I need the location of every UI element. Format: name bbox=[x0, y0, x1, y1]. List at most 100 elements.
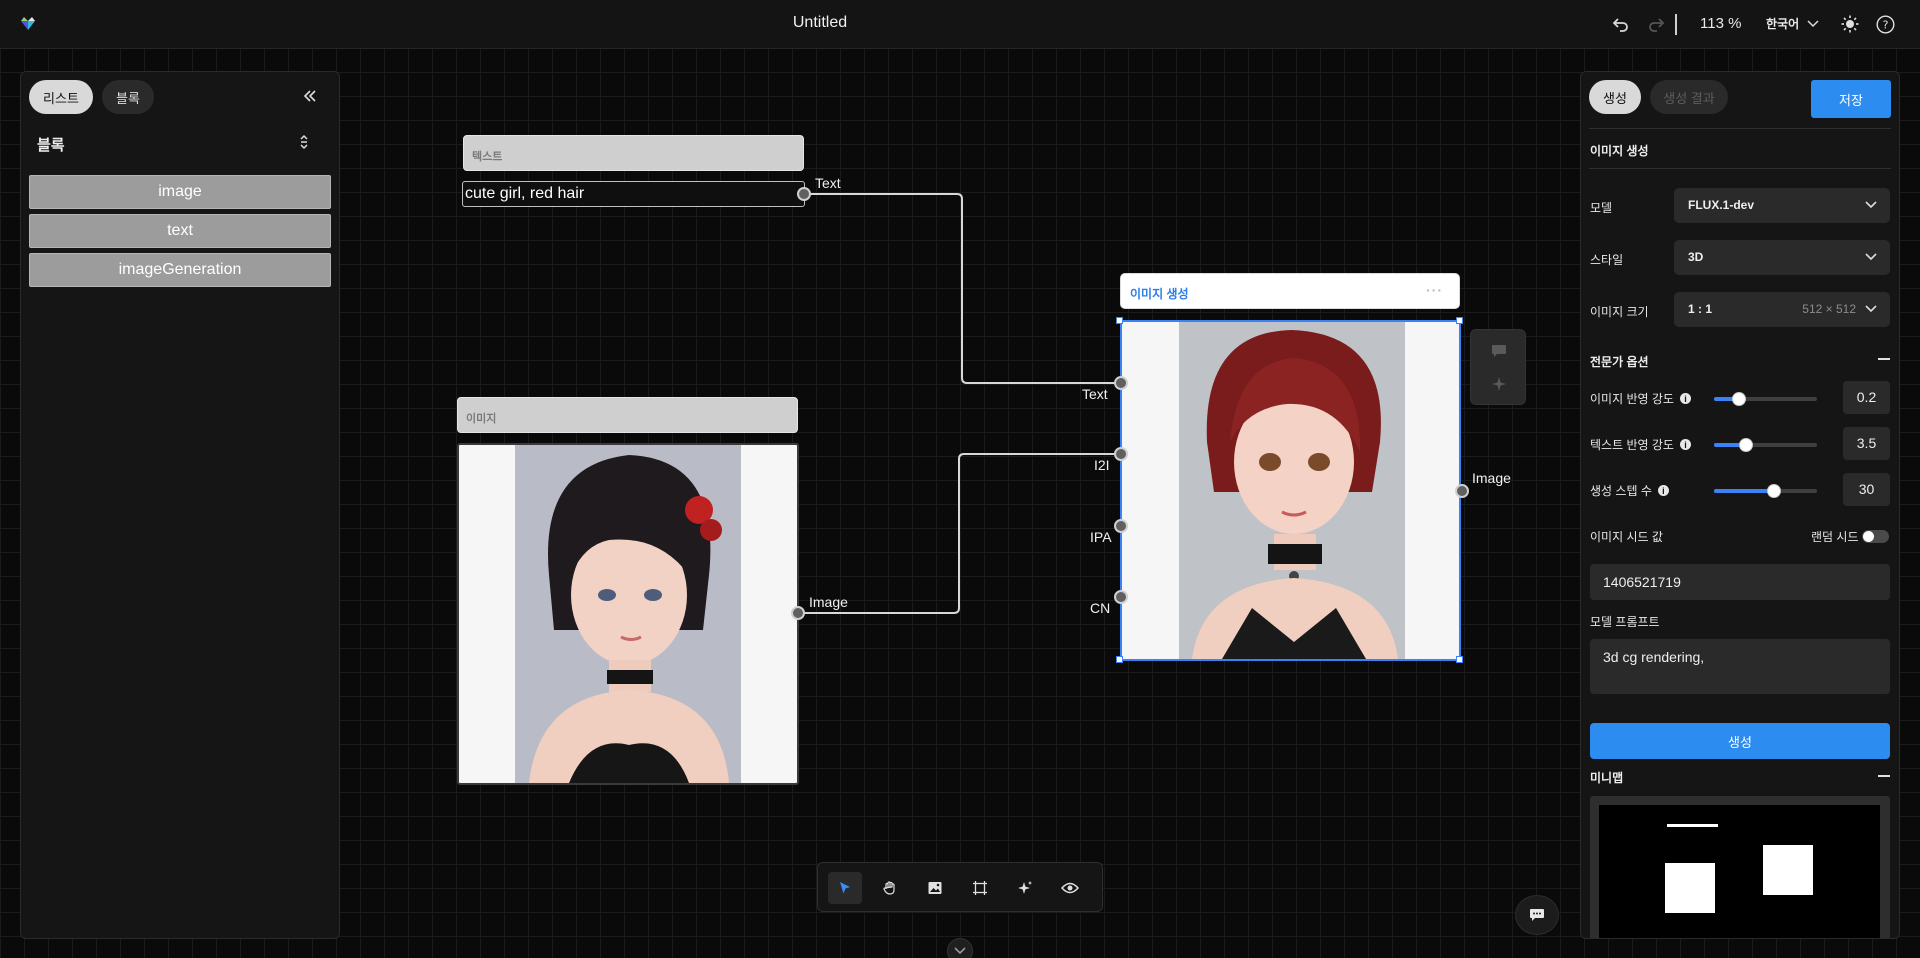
steps-slider[interactable] bbox=[1714, 484, 1817, 498]
slider-thumb[interactable] bbox=[1738, 438, 1753, 452]
selection-handle[interactable] bbox=[1116, 656, 1123, 663]
chevron-down-icon bbox=[954, 947, 966, 955]
size-dims: 512 × 512 bbox=[1802, 302, 1856, 316]
right-panel: 생성 생성 결과 저장 이미지 생성 모델 FLUX.1-dev 스타일 3D … bbox=[1580, 71, 1900, 939]
chevron-down-icon bbox=[1865, 253, 1877, 261]
size-ratio: 1 : 1 bbox=[1688, 302, 1713, 316]
chat-icon bbox=[1530, 909, 1544, 921]
random-seed-label: 랜덤 시드 bbox=[1811, 530, 1859, 544]
gen-input-port-cn[interactable] bbox=[1114, 590, 1128, 604]
chat-button[interactable] bbox=[1515, 895, 1559, 935]
gen-output-label: Image bbox=[1472, 470, 1511, 486]
random-seed-toggle[interactable] bbox=[1862, 530, 1889, 543]
divider bbox=[1589, 168, 1891, 169]
prompt-textarea[interactable]: 3d cg rendering, bbox=[1590, 639, 1890, 694]
slider-label-text-strength: 텍스트 반영 강도 i bbox=[1590, 436, 1691, 453]
style-select[interactable]: 3D bbox=[1674, 240, 1890, 275]
style-label: 스타일 bbox=[1590, 253, 1624, 267]
gen-input-port-text[interactable] bbox=[1114, 376, 1128, 390]
cursor-icon bbox=[840, 882, 850, 894]
bottom-toolbar bbox=[817, 862, 1103, 912]
gen-node-title: 이미지 생성 bbox=[1130, 287, 1189, 301]
text-node-output-port[interactable] bbox=[797, 187, 811, 201]
preview-tool-button[interactable] bbox=[1053, 872, 1087, 904]
text-strength-value[interactable]: 3.5 bbox=[1843, 427, 1890, 460]
gen-input-port-ipa[interactable] bbox=[1114, 519, 1128, 533]
select-tool-button[interactable] bbox=[828, 872, 862, 904]
hand-tool-button[interactable] bbox=[873, 872, 907, 904]
save-button[interactable]: 저장 bbox=[1811, 80, 1891, 118]
scroll-down-button[interactable] bbox=[947, 938, 973, 958]
frame-icon bbox=[973, 881, 987, 895]
collapse-minus-icon[interactable] bbox=[1878, 358, 1890, 360]
minimap-text-node bbox=[1667, 824, 1718, 827]
seed-input[interactable]: 1406521719 bbox=[1590, 564, 1890, 600]
gen-input-label-cn: CN bbox=[1090, 600, 1111, 616]
slider-label-steps: 생성 스텝 수 i bbox=[1590, 482, 1669, 499]
text-node-header[interactable]: 텍스트 bbox=[463, 135, 804, 171]
expert-options-title: 전문가 옵션 bbox=[1590, 355, 1649, 369]
chevron-down-icon bbox=[1865, 201, 1877, 209]
collapse-minus-icon[interactable] bbox=[1878, 775, 1890, 777]
size-select[interactable]: 1 : 1 512 × 512 bbox=[1674, 292, 1890, 327]
slider-fill bbox=[1714, 489, 1774, 493]
sparkle-icon bbox=[1018, 881, 1032, 894]
more-options-icon[interactable]: ··· bbox=[1426, 282, 1443, 298]
tab-results[interactable]: 생성 결과 bbox=[1650, 80, 1728, 114]
generate-button[interactable]: 생성 bbox=[1590, 723, 1890, 759]
prompt-label: 모델 프롬프트 bbox=[1590, 615, 1660, 629]
edge-text-to-gen bbox=[804, 193, 1121, 384]
gen-input-port-i2i[interactable] bbox=[1114, 447, 1128, 461]
steps-value[interactable]: 30 bbox=[1843, 473, 1890, 506]
size-label: 이미지 크기 bbox=[1590, 305, 1649, 319]
selection-handle[interactable] bbox=[1456, 317, 1463, 324]
seed-label: 이미지 시드 값 bbox=[1590, 530, 1663, 544]
tab-generate[interactable]: 생성 bbox=[1589, 80, 1641, 114]
image-node-frame[interactable] bbox=[457, 443, 799, 785]
slider-label-text: 이미지 반영 강도 bbox=[1590, 392, 1674, 406]
frame-tool-button[interactable] bbox=[963, 872, 997, 904]
slider-thumb[interactable] bbox=[1766, 484, 1781, 498]
text-node-input[interactable]: cute girl, red hair bbox=[462, 181, 805, 207]
portrait-image-dark-hair bbox=[515, 445, 741, 783]
gen-input-label-ipa: IPA bbox=[1090, 529, 1112, 545]
text-strength-slider[interactable] bbox=[1714, 438, 1817, 452]
image-node-output-port[interactable] bbox=[791, 606, 805, 620]
edge-image-to-gen bbox=[798, 453, 1121, 614]
slider-thumb[interactable] bbox=[1731, 392, 1746, 406]
selection-handle[interactable] bbox=[1116, 317, 1123, 324]
comment-icon[interactable] bbox=[1491, 344, 1507, 363]
toggle-knob bbox=[1863, 531, 1874, 542]
image-strength-slider[interactable] bbox=[1714, 392, 1817, 406]
minimap[interactable] bbox=[1590, 796, 1890, 938]
ai-tool-button[interactable] bbox=[1008, 872, 1042, 904]
minimap-image-node bbox=[1665, 863, 1715, 913]
slider-label-text: 생성 스텝 수 bbox=[1590, 484, 1652, 498]
gen-input-label-text: Text bbox=[1082, 386, 1108, 402]
sparkle-icon[interactable] bbox=[1491, 376, 1507, 397]
model-select[interactable]: FLUX.1-dev bbox=[1674, 188, 1890, 223]
gen-section-title: 이미지 생성 bbox=[1590, 144, 1649, 158]
model-value: FLUX.1-dev bbox=[1688, 198, 1755, 212]
gen-node-header[interactable]: 이미지 생성 ··· bbox=[1120, 273, 1460, 309]
image-tool-button[interactable] bbox=[918, 872, 952, 904]
portrait-image-red-hair bbox=[1179, 322, 1405, 659]
gen-node-frame[interactable] bbox=[1120, 320, 1461, 661]
image-node-header[interactable]: 이미지 bbox=[457, 397, 798, 433]
info-icon[interactable]: i bbox=[1679, 439, 1691, 450]
image-strength-value[interactable]: 0.2 bbox=[1843, 381, 1890, 414]
slider-label-image-strength: 이미지 반영 강도 i bbox=[1590, 390, 1691, 407]
node-side-tools bbox=[1470, 329, 1526, 405]
info-icon[interactable]: i bbox=[1679, 393, 1691, 404]
text-node-output-label: Text bbox=[815, 175, 841, 191]
selection-handle[interactable] bbox=[1456, 656, 1463, 663]
info-icon[interactable]: i bbox=[1657, 485, 1669, 496]
style-value: 3D bbox=[1688, 250, 1704, 264]
hand-icon bbox=[883, 881, 895, 895]
model-label: 모델 bbox=[1590, 201, 1613, 215]
image-node-output-label: Image bbox=[809, 594, 848, 610]
eye-icon bbox=[1061, 882, 1079, 894]
chevron-down-icon bbox=[1865, 305, 1877, 313]
gen-output-port[interactable] bbox=[1455, 484, 1469, 498]
divider bbox=[1589, 128, 1891, 129]
